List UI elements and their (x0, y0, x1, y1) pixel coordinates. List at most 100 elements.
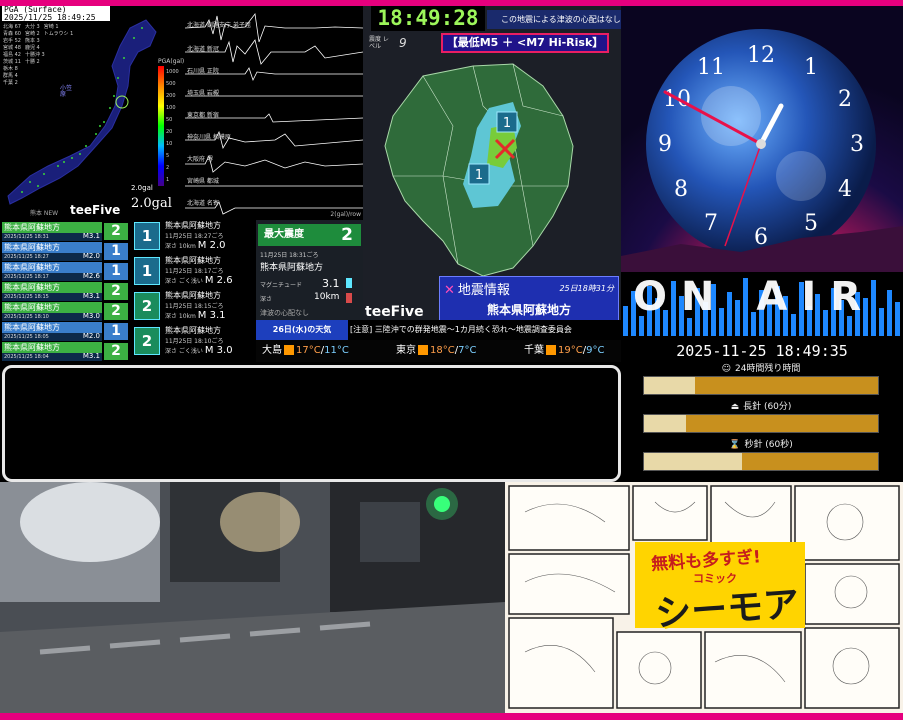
depth-swatch (346, 293, 352, 303)
quake-item-title: 熊本県阿蘇地方 (165, 291, 221, 300)
intensity-row-level: 1 (104, 243, 128, 260)
weather-item: 大島 17°C/11°C (262, 345, 349, 356)
quake-clock: 18:49:28 (371, 6, 485, 31)
intensity-row-level: 2 (104, 303, 128, 320)
quake-brand-logo: teeFive (365, 304, 424, 320)
smiley-icon: ☺ (721, 364, 731, 374)
manga-advertisement[interactable]: 無料も多すぎ! コミック シーモア (505, 482, 903, 713)
visualizer-bar (687, 318, 692, 336)
intensity-row-level: 2 (104, 223, 128, 240)
intensity-row-level: 1 (104, 323, 128, 340)
quake-detail-card: 最大震度 2 11月25日 18:31ごろ 熊本県阿蘇地方 マグニチュード 3.1… (256, 220, 363, 320)
quake-item-time: 11月25日 18:27ごろ (165, 233, 224, 240)
timer-panel: ☺ 24時間残り時間 ⏏ 長針 (60分) ⌛ 秒針 (60秒) (621, 362, 903, 476)
svg-text:12: 12 (747, 43, 775, 68)
seis-unit-label: 2(gal)/row (330, 211, 361, 218)
street-scene (0, 482, 505, 713)
svg-text:3: 3 (850, 132, 864, 157)
intensity-row-level: 1 (104, 263, 128, 280)
intensity-row-mag: M2.0 (82, 332, 100, 340)
quake-list-item[interactable]: 1 熊本県阿蘇地方 11月25日 18:27ごろ 深さ 10km M 2.0 (132, 220, 256, 254)
seis-station-label: 北海道 名寄 (187, 200, 219, 207)
pga-scale-ticks: 1000 500 200 100 50 20 10 5 2 1 (166, 69, 179, 183)
quake-item-level: 2 (134, 292, 160, 320)
map-intensity-marker: 1 (475, 168, 483, 183)
intensity-list-header: 熊本 NEW (30, 210, 59, 217)
seismograph-panel: 北海道 釧路支庁 弟子屈 北海道 新冠 石川県 正院 埼玉県 岩槻 東京都 新宿… (185, 6, 363, 220)
intensity-row-level: 2 (104, 343, 128, 360)
earthquake-map-panel: 1 1 18:49:28 この地震による津波の心配はなし 震度 レベル 9 【最… (363, 6, 621, 322)
weather-day-label: 26日(水)の天気 (256, 320, 348, 340)
seis-station-label: 埼玉県 岩槻 (187, 90, 219, 97)
quake-item-time: 11月25日 18:15ごろ (165, 303, 224, 310)
quake-list-item[interactable]: 2 熊本県阿蘇地方 11月25日 18:10ごろ 深さ ごく浅い M 3.0 (132, 325, 256, 359)
news-ticker: 26日(水)の天気 [注意] 三陸沖での群発地震〜1カ月続く恐れ〜地震調査委員会 (256, 320, 621, 340)
svg-text:5: 5 (804, 211, 818, 236)
manga-brand-logo: シーモア (653, 584, 801, 635)
seis-station-label: 宮崎県 都城 (187, 178, 219, 185)
pga-gal-small: 2.0gal (131, 184, 153, 192)
intensity-row-level: 2 (104, 283, 128, 300)
seis-station-label: 神奈川県 相模原 (187, 134, 231, 141)
intensity-row[interactable]: 熊本県阿蘇地方 2025/11/25 18:17 M2.6 1 (2, 262, 130, 281)
seis-station-label: 北海道 釧路支庁 弟子屈 (187, 22, 251, 29)
detail-magnitude-label: マグニチュード (260, 282, 303, 289)
quake-item-level: 1 (134, 257, 160, 285)
quake-list-item[interactable]: 1 熊本県阿蘇地方 11月25日 18:17ごろ 深さ ごく浅い M 2.6 (132, 255, 256, 289)
quake-item-depth-mag: 深さ 10km M 2.0 (165, 240, 226, 251)
quake-item-depth-mag: 深さ ごく浅い M 2.6 (165, 275, 233, 286)
timer-label: 長針 (60分) (743, 402, 792, 412)
intensity-row-mag: M2.0 (82, 252, 100, 260)
intensity-history-list: 熊本 NEW teeFive 熊本県阿蘇地方 2025/11/25 18:31 M3… (0, 203, 130, 362)
quake-info-title: ✕ 地震情報 (444, 283, 510, 298)
intensity-row[interactable]: 熊本県阿蘇地方 2025/11/25 18:05 M2.0 1 (2, 322, 130, 341)
seis-station-label: 石川県 正院 (187, 68, 219, 75)
quake-item-title: 熊本県阿蘇地方 (165, 256, 221, 265)
quake-item-depth-mag: 深さ ごく浅い M 3.0 (165, 345, 233, 356)
intensity-row[interactable]: 熊本県阿蘇地方 2025/11/25 18:15 M3.1 2 (2, 282, 130, 301)
timer-progress-bar (643, 414, 879, 433)
shindo-level-label: 震度 レベル (369, 36, 389, 50)
quake-item-depth-mag: 深さ 10km M 3.1 (165, 310, 226, 321)
svg-text:4: 4 (838, 177, 852, 202)
visualizer-bar (895, 302, 900, 336)
quake-item-time: 11月25日 18:17ごろ (165, 268, 224, 275)
close-x-icon: ✕ (444, 283, 455, 298)
detail-datetime: 11月25日 18:31ごろ (260, 252, 319, 259)
intensity-row-mag: M3.1 (82, 352, 100, 360)
weather-item: 千葉 19°C/9°C (524, 345, 605, 356)
intensity-row[interactable]: 熊本県阿蘇地方 2025/11/25 18:04 M3.1 2 (2, 342, 130, 361)
tsunami-notice: この地震による津波の心配はなし (487, 10, 621, 29)
kyushu-map: 1 1 (363, 56, 621, 322)
intensity-row-mag: M3.1 (82, 292, 100, 300)
intensity-row[interactable]: 熊本県阿蘇地方 2025/11/25 18:27 M2.0 1 (2, 242, 130, 261)
svg-text:1: 1 (804, 55, 818, 80)
max-intensity-label: 最大震度 2 (258, 224, 361, 246)
intensity-row[interactable]: 熊本県阿蘇地方 2025/11/25 18:31 M3.1 2 (2, 222, 130, 241)
intensity-row-mag: M3.0 (82, 312, 100, 320)
svg-text:11: 11 (697, 55, 725, 80)
max-intensity-value: 2 (341, 225, 353, 245)
pga-map-panel: PGA (Surface) 2025/11/25 18:49:25 北海 67 大… (0, 6, 185, 220)
quake-item-level: 1 (134, 222, 160, 250)
timer-progress-bar (643, 452, 879, 471)
intensity-row[interactable]: 熊本県阿蘇地方 2025/11/25 18:10 M3.0 2 (2, 302, 130, 321)
pga-scale-title: PGA(gal) (158, 58, 185, 65)
weather-bar: 大島 17°C/11°C 東京 18°C/7°C 千葉 19°C/9°C (256, 340, 621, 362)
visualizer-bar (887, 290, 892, 336)
sun-icon (418, 345, 428, 355)
quake-item-title: 熊本県阿蘇地方 (165, 221, 221, 230)
quake-item-level: 2 (134, 327, 160, 355)
svg-text:2: 2 (838, 87, 852, 112)
pga-map-note: 小笠原 (60, 85, 73, 98)
quake-item-time: 11月25日 18:10ごろ (165, 338, 224, 345)
timer-label: 24時間残り時間 (734, 364, 801, 374)
detail-depth-label: 深さ (260, 296, 273, 303)
weather-item: 東京 18°C/7°C (396, 345, 477, 356)
intensity-row-mag: M3.1 (82, 232, 100, 240)
svg-text:8: 8 (674, 177, 688, 202)
map-intensity-marker: 1 (503, 116, 511, 131)
detail-depth-value: 10km (314, 292, 340, 302)
timer-second-hand: ⌛ 秒針 (60秒) (643, 438, 879, 471)
quake-list-item[interactable]: 2 熊本県阿蘇地方 11月25日 18:15ごろ 深さ 10km M 3.1 (132, 290, 256, 324)
